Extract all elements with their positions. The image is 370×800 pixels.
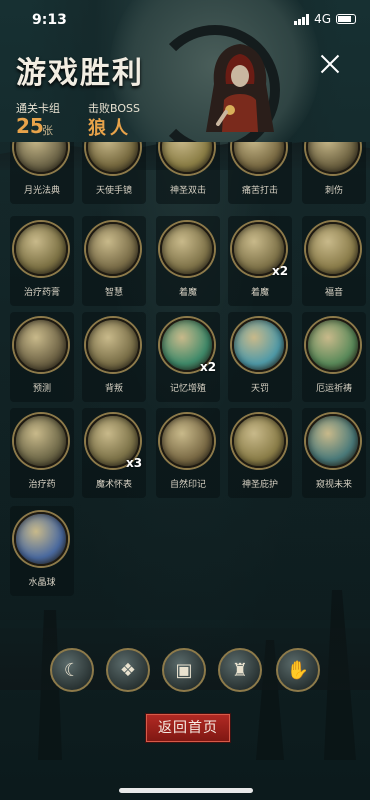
card-name: 着魔 xyxy=(250,288,269,298)
card-name: 魔术怀表 xyxy=(95,480,132,490)
deck-card[interactable]: 记忆增殖 x2 xyxy=(156,312,220,402)
sage-icon xyxy=(86,222,140,276)
deck-card[interactable]: 治疗药 xyxy=(10,408,74,498)
card-name: 背叛 xyxy=(104,384,123,394)
potion-icon xyxy=(14,414,68,468)
network-type: 4G xyxy=(314,12,331,26)
card-name: 治疗药 xyxy=(28,480,56,490)
possessed-icon xyxy=(160,222,214,276)
card-name: 智慧 xyxy=(104,288,123,298)
card-name: 月光法典 xyxy=(23,186,60,196)
hammer-icon xyxy=(306,222,360,276)
victory-summary: 通关卡组 25 张 击败BOSS 狼人 xyxy=(0,100,370,140)
spellbook-icon[interactable]: ❖ xyxy=(106,648,150,692)
card-name: 刺伤 xyxy=(324,186,343,196)
deck-card[interactable]: 厄运祈祷 xyxy=(302,312,366,402)
moon-icon[interactable]: ☾ xyxy=(50,648,94,692)
nature-mark-icon xyxy=(160,414,214,468)
holy-hands-icon xyxy=(160,142,214,174)
card-name: 水晶球 xyxy=(28,578,56,588)
deck-card[interactable]: 神圣双击 xyxy=(156,142,220,204)
boss-name: 狼人 xyxy=(88,118,132,139)
witch-icon xyxy=(14,318,68,372)
card-name: 天使手镜 xyxy=(95,186,132,196)
card-name: 神圣双击 xyxy=(169,186,206,196)
card-name: 厄运祈祷 xyxy=(315,384,352,394)
card-multiplier: x3 xyxy=(126,456,143,470)
clock: 9:13 xyxy=(32,12,67,28)
signal-icon xyxy=(294,13,310,25)
deck-card[interactable]: 智慧 xyxy=(82,216,146,306)
traitor-icon xyxy=(86,318,140,372)
crystal-ball-icon xyxy=(14,512,68,566)
deck-card[interactable]: 预测 xyxy=(10,312,74,402)
deck-card[interactable]: 天罚 xyxy=(228,312,292,402)
card-multiplier: x2 xyxy=(272,264,289,278)
return-home-button[interactable]: 返回首页 xyxy=(145,713,231,743)
mirror-icon xyxy=(86,142,140,174)
relic-tray: ☾ ❖ ▣ ♜ ✋ xyxy=(0,628,370,692)
lightning-icon xyxy=(232,318,286,372)
card-name: 预测 xyxy=(32,384,51,394)
deck-card[interactable]: 痛苦打击 xyxy=(228,142,292,204)
deck-card[interactable]: 自然印记 xyxy=(156,408,220,498)
page-title: 游戏胜利 xyxy=(16,56,144,91)
dagger-icon xyxy=(306,142,360,174)
deck-card[interactable]: 着魔 x2 xyxy=(228,216,292,306)
card-name: 窥视未来 xyxy=(315,480,352,490)
deck-card[interactable]: 治疗药膏 xyxy=(10,216,74,306)
deck-card[interactable]: 窥视未来 xyxy=(302,408,366,498)
card-multiplier: x2 xyxy=(200,360,217,374)
deck-card[interactable]: 着魔 xyxy=(156,216,220,306)
tome-icon[interactable]: ▣ xyxy=(162,648,206,692)
card-name: 天罚 xyxy=(250,384,269,394)
deck-card[interactable]: 神圣庇护 xyxy=(228,408,292,498)
fist-icon xyxy=(232,142,286,174)
status-icons: 4G xyxy=(294,12,356,26)
claw-icon[interactable]: ✋ xyxy=(276,648,320,692)
deck-unit: 张 xyxy=(42,124,53,137)
deck-card[interactable]: 月光法典 xyxy=(10,142,74,204)
card-name: 自然印记 xyxy=(169,480,206,490)
deck-card[interactable]: 福音 xyxy=(302,216,366,306)
deck-card[interactable]: 魔术怀表 x3 xyxy=(82,408,146,498)
hooded-figure-icon[interactable]: ♜ xyxy=(218,648,262,692)
deck-card[interactable]: 天使手镜 xyxy=(82,142,146,204)
deck-card[interactable]: 水晶球 xyxy=(10,506,74,596)
status-bar: 9:13 4G xyxy=(0,0,370,40)
card-name: 记忆增殖 xyxy=(169,384,206,394)
card-name: 痛苦打击 xyxy=(241,186,278,196)
card-name: 福音 xyxy=(324,288,343,298)
deck-card[interactable]: 背叛 xyxy=(82,312,146,402)
card-name: 着魔 xyxy=(178,288,197,298)
deck-count: 25 xyxy=(16,114,44,138)
crystal-eye-icon xyxy=(306,414,360,468)
card-name: 神圣庇护 xyxy=(241,480,278,490)
book-icon xyxy=(14,142,68,174)
deck-card[interactable]: 刺伤 xyxy=(302,142,366,204)
home-indicator xyxy=(119,788,253,793)
battery-icon xyxy=(336,14,356,24)
deck-card-grid: 月光法典 天使手镜 神圣双击 痛苦打击 刺伤 治疗药膏 智慧 着魔 着魔 x2 福音 预测 背叛 记忆增殖… xyxy=(0,142,370,620)
card-name: 治疗药膏 xyxy=(23,288,60,298)
holy-shield-icon xyxy=(232,414,286,468)
ointment-icon xyxy=(14,222,68,276)
curse-icon xyxy=(306,318,360,372)
close-icon[interactable] xyxy=(318,52,342,76)
